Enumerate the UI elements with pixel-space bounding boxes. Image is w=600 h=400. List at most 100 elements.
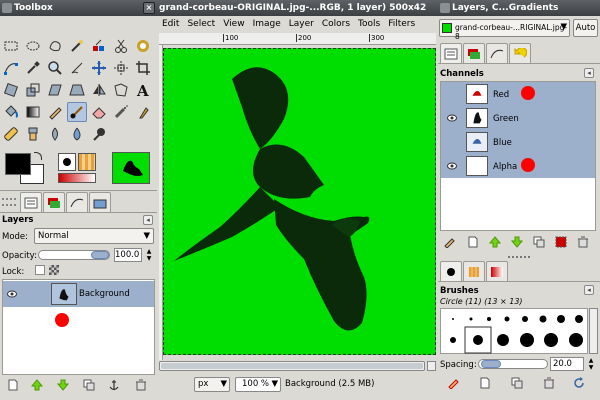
- channel-to-selection-icon[interactable]: [554, 235, 568, 249]
- delete-channel-icon[interactable]: [576, 235, 590, 249]
- menu-layer[interactable]: Layer: [286, 19, 317, 29]
- move-tool-icon[interactable]: [89, 58, 109, 78]
- crop-tool-icon[interactable]: [133, 58, 153, 78]
- measure-tool-icon[interactable]: [67, 58, 87, 78]
- airbrush-tool-icon[interactable]: [111, 102, 131, 122]
- rotate-tool-icon[interactable]: [1, 80, 21, 100]
- eye-icon[interactable]: [446, 161, 458, 171]
- eraser-tool-icon[interactable]: [89, 102, 109, 122]
- rect-select-tool-icon[interactable]: [1, 36, 21, 56]
- menu-image[interactable]: Image: [250, 19, 284, 29]
- menu-select[interactable]: Select: [184, 19, 218, 29]
- gradient-indicator[interactable]: [58, 173, 96, 183]
- horizontal-ruler[interactable]: 100 200 300: [159, 33, 436, 45]
- tab-channels[interactable]: [463, 43, 485, 63]
- panel-menu-button[interactable]: ◂: [143, 215, 153, 225]
- brushes-scrollbar[interactable]: [589, 308, 598, 354]
- panel-menu-button[interactable]: ◂: [584, 68, 594, 78]
- auto-button[interactable]: Auto: [573, 19, 598, 37]
- heal-tool-icon[interactable]: [1, 124, 21, 144]
- menu-edit[interactable]: Edit: [159, 19, 182, 29]
- free-select-tool-icon[interactable]: [45, 36, 65, 56]
- dodge-burn-tool-icon[interactable]: [89, 124, 109, 144]
- select-by-color-tool-icon[interactable]: [89, 36, 109, 56]
- horizontal-scrollbar[interactable]: [159, 361, 425, 371]
- tab-undo-history[interactable]: [89, 192, 111, 212]
- navigate-icon[interactable]: [427, 361, 436, 371]
- align-tool-icon[interactable]: [111, 58, 131, 78]
- perspective-tool-icon[interactable]: [67, 80, 87, 100]
- tab-layers[interactable]: [43, 192, 65, 212]
- image-titlebar[interactable]: grand-corbeau-ORIGINAL.jpg-...RGB, 1 lay…: [157, 0, 438, 16]
- spacing-slider[interactable]: [478, 359, 548, 369]
- tab-gradients[interactable]: [486, 261, 508, 281]
- unit-dropdown[interactable]: px ▼: [194, 377, 230, 392]
- raise-layer-icon[interactable]: [30, 378, 44, 392]
- panel-menu-button[interactable]: ◂: [584, 285, 594, 295]
- menu-view[interactable]: View: [220, 19, 247, 29]
- fuzzy-select-tool-icon[interactable]: [67, 36, 87, 56]
- blur-tool-icon[interactable]: [67, 124, 87, 144]
- refresh-brushes-icon[interactable]: [572, 376, 586, 390]
- foreground-color-swatch[interactable]: [5, 153, 31, 175]
- menu-tools[interactable]: Tools: [355, 19, 383, 29]
- color-picker-tool-icon[interactable]: [23, 58, 43, 78]
- duplicate-channel-icon[interactable]: [532, 235, 546, 249]
- pencil-tool-icon[interactable]: [45, 102, 65, 122]
- tab-paths[interactable]: [66, 192, 88, 212]
- zoom-tool-icon[interactable]: [45, 58, 65, 78]
- edit-brush-icon[interactable]: [446, 376, 460, 390]
- brush-indicator[interactable]: [58, 153, 76, 171]
- opacity-slider-handle[interactable]: [91, 251, 109, 259]
- ink-tool-icon[interactable]: [133, 102, 153, 122]
- raise-channel-icon[interactable]: [488, 235, 502, 249]
- tab-tool-options[interactable]: [20, 192, 42, 212]
- mode-dropdown[interactable]: Normal ▼: [34, 228, 154, 244]
- menu-colors[interactable]: Colors: [319, 19, 353, 29]
- toolbox-titlebar[interactable]: Toolbox ×: [0, 0, 157, 16]
- channel-row-alpha[interactable]: Alpha: [441, 154, 595, 178]
- foreground-select-tool-icon[interactable]: [133, 36, 153, 56]
- paths-tool-icon[interactable]: [1, 58, 21, 78]
- duplicate-layer-icon[interactable]: [82, 378, 96, 392]
- opacity-input[interactable]: 100.0: [114, 248, 142, 262]
- tab-undo-dock[interactable]: [509, 43, 531, 63]
- lock-pixels-checkbox[interactable]: [35, 265, 45, 275]
- lower-layer-icon[interactable]: [56, 378, 70, 392]
- opacity-slider[interactable]: [38, 250, 110, 260]
- channel-row-red[interactable]: Red: [441, 82, 595, 106]
- new-layer-icon[interactable]: [6, 378, 20, 392]
- tab-brushes[interactable]: [440, 261, 462, 281]
- spacing-slider-handle[interactable]: [481, 360, 501, 368]
- new-brush-icon[interactable]: [478, 376, 492, 390]
- new-channel-icon[interactable]: [466, 235, 480, 249]
- bucket-fill-tool-icon[interactable]: [1, 102, 21, 122]
- duplicate-brush-icon[interactable]: [510, 376, 524, 390]
- tab-paths-dock[interactable]: [486, 43, 508, 63]
- smudge-tool-icon[interactable]: [45, 124, 65, 144]
- channel-row-blue[interactable]: Blue: [441, 130, 595, 154]
- close-button[interactable]: ×: [143, 2, 155, 14]
- swap-colors-icon[interactable]: [34, 152, 42, 160]
- zoom-dropdown[interactable]: 100 % ▼: [235, 377, 281, 392]
- menu-filters[interactable]: Filters: [385, 19, 418, 29]
- eye-icon[interactable]: [6, 289, 18, 299]
- spacing-input[interactable]: 20.0: [550, 357, 584, 371]
- clone-tool-icon[interactable]: [23, 124, 43, 144]
- scissors-tool-icon[interactable]: [111, 36, 131, 56]
- shear-tool-icon[interactable]: [45, 80, 65, 100]
- flip-tool-icon[interactable]: [89, 80, 109, 100]
- scale-tool-icon[interactable]: [23, 80, 43, 100]
- anchor-layer-icon[interactable]: [107, 378, 121, 392]
- lower-channel-icon[interactable]: [510, 235, 524, 249]
- delete-brush-icon[interactable]: [542, 376, 556, 390]
- eye-icon[interactable]: [446, 113, 458, 123]
- pattern-indicator[interactable]: [78, 153, 96, 171]
- delete-layer-icon[interactable]: [134, 378, 148, 392]
- opacity-stepper[interactable]: ▲ ▼: [144, 248, 154, 262]
- active-image-thumbnail[interactable]: [112, 152, 150, 184]
- brush-previews[interactable]: [441, 309, 589, 355]
- scrollbar-thumb[interactable]: [161, 363, 423, 369]
- image-canvas[interactable]: [163, 48, 436, 355]
- ellipse-select-tool-icon[interactable]: [23, 36, 43, 56]
